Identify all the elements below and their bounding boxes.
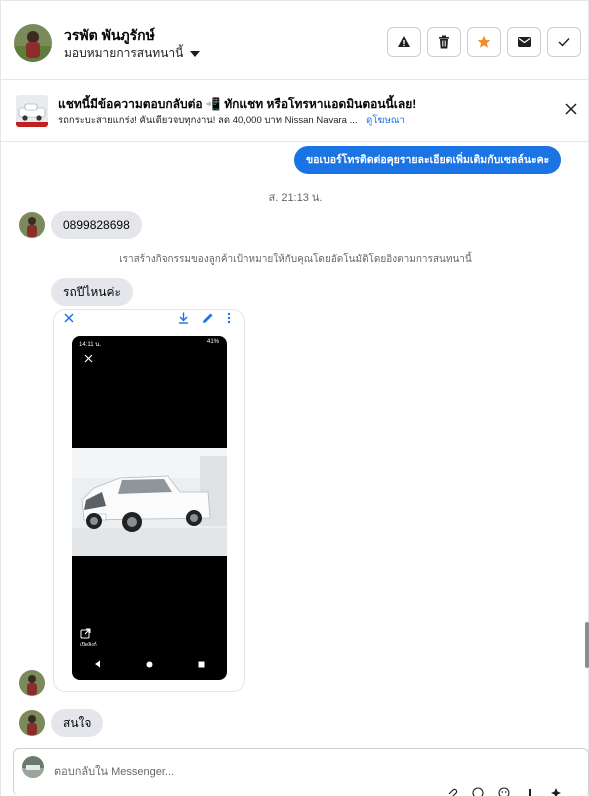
sender-avatar xyxy=(19,212,45,238)
close-banner-button[interactable] xyxy=(564,102,578,116)
phone-status-bar: 14:11 น. 41% xyxy=(79,339,219,349)
phone-status-battery: 41% xyxy=(206,339,219,345)
reply-composer: ตอบกลับใน Messenger... xyxy=(13,748,589,796)
phone-status-time: 14:11 น. xyxy=(79,342,102,348)
system-note: เราสร้างกิจกรรมของลูกค้าเป้าหมายให้กับคุ… xyxy=(119,254,472,265)
close-icon[interactable] xyxy=(64,313,74,323)
more-options-icon[interactable] xyxy=(227,312,231,324)
attachment-icon[interactable] xyxy=(446,787,458,796)
header-actions xyxy=(387,27,581,57)
page-avatar xyxy=(22,756,44,778)
image-toolbar xyxy=(54,310,244,328)
emoji-icon[interactable] xyxy=(472,787,484,796)
recents-square-icon xyxy=(198,661,205,667)
close-icon xyxy=(565,103,577,115)
thread-scrollbar[interactable] xyxy=(585,622,589,668)
phone-share-control: เปิดลิงก์ xyxy=(80,628,97,649)
conversation-header: วรพัต พันภูรักษ์ มอบหมายการสนทนานี้ xyxy=(1,0,589,80)
alert-icon xyxy=(398,36,410,47)
star-button[interactable] xyxy=(467,27,501,57)
caret-down-icon xyxy=(190,50,201,57)
shared-screenshot-image: 14:11 น. 41% ดิ-ต xyxy=(72,336,227,680)
message-timestamp: ส. 21:13 น. xyxy=(268,192,323,204)
sender-avatar xyxy=(19,710,45,736)
banner-title: แชทนี้มีข้อความตอบกลับต่อ 📲 ทักแชท หรือโ… xyxy=(58,97,417,111)
view-ad-link[interactable]: ดูโฆษณา xyxy=(366,115,405,126)
open-external-icon xyxy=(80,628,91,639)
star-icon xyxy=(477,35,491,48)
banner-ad-text: รถกระบะสายแกร่ง! คันเดียวจบทุกงาน! ลด 40… xyxy=(58,115,358,126)
message-thread[interactable]: ขอเบอร์โทรติดต่อคุยรายละเอียดเพิ่มเติมกั… xyxy=(1,142,589,746)
ad-thumbnail xyxy=(16,95,48,127)
incoming-message[interactable]: 0899828698 xyxy=(51,211,142,239)
mark-done-button[interactable] xyxy=(547,27,581,57)
check-icon xyxy=(558,38,570,47)
trash-icon xyxy=(439,35,449,49)
assign-label: มอบหมายการสนทนานี้ xyxy=(64,46,184,60)
ad-reply-banner: แชทนี้มีข้อความตอบกลับต่อ 📲 ทักแชท หรือโ… xyxy=(1,80,589,142)
image-attachment[interactable]: 14:11 น. 41% ดิ-ต xyxy=(53,309,245,692)
close-icon xyxy=(84,354,93,363)
thumbs-up-icon[interactable] xyxy=(524,787,536,796)
messenger-conversation: วรพัต พันภูรักษ์ มอบหมายการสนทนานี้ แชทน… xyxy=(0,0,589,796)
edit-icon[interactable] xyxy=(202,312,214,324)
contact-avatar[interactable] xyxy=(14,24,52,62)
pickup-truck-photo: ดิ-ต xyxy=(72,448,227,556)
assign-conversation-dropdown[interactable]: มอบหมายการสนทนานี้ xyxy=(64,44,201,63)
phone-nav-bar xyxy=(72,660,227,668)
outgoing-message[interactable]: ขอเบอร์โทรติดต่อคุยรายละเอียดเพิ่มเติมกั… xyxy=(294,146,562,174)
sender-avatar xyxy=(19,670,45,696)
saved-replies-icon[interactable] xyxy=(550,787,562,796)
incoming-message[interactable]: รถปีไหนค่ะ xyxy=(51,278,133,306)
mark-unread-button[interactable] xyxy=(507,27,541,57)
banner-description: รถกระบะสายแกร่ง! คันเดียวจบทุกงาน! ลด 40… xyxy=(58,113,405,128)
sticker-icon[interactable] xyxy=(498,787,510,796)
delete-button[interactable] xyxy=(427,27,461,57)
phone-share-label: เปิดลิงก์ xyxy=(80,642,97,648)
home-circle-icon xyxy=(146,661,153,667)
reply-input[interactable]: ตอบกลับใน Messenger... xyxy=(54,762,174,780)
back-triangle-icon xyxy=(95,660,101,668)
composer-tools xyxy=(446,787,562,796)
download-icon[interactable] xyxy=(178,312,189,324)
envelope-icon xyxy=(517,37,531,47)
mark-spam-button[interactable] xyxy=(387,27,421,57)
incoming-message[interactable]: สนใจ xyxy=(51,709,104,737)
